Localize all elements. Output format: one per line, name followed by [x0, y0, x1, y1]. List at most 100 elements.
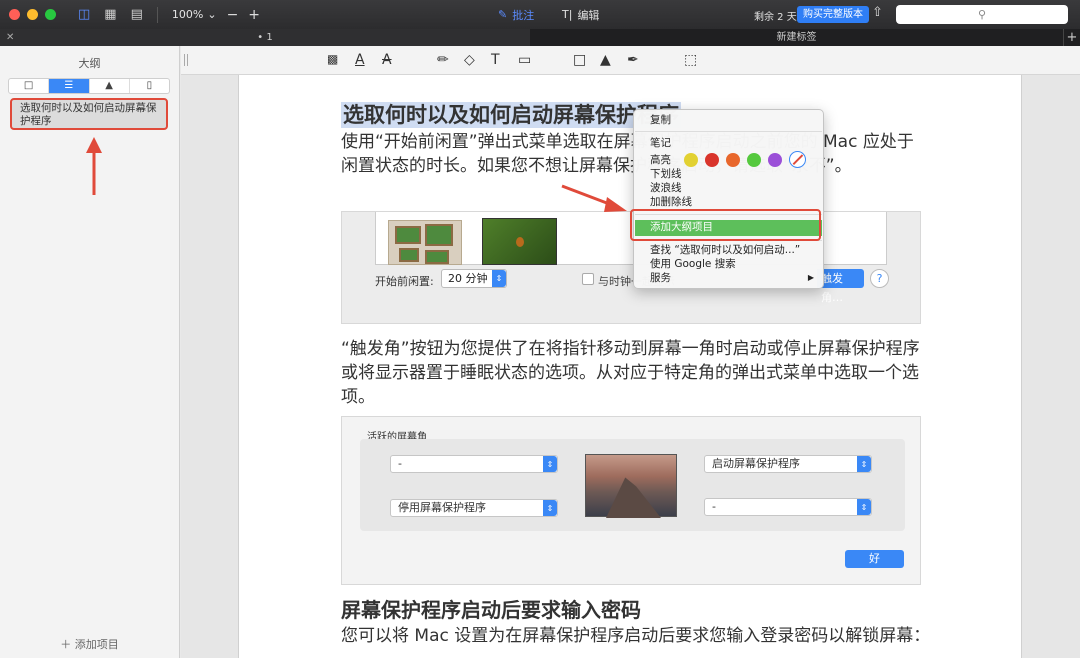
annotation-toolbar: ▩ A A ✏ ◇ T ▭ □ ▲ ✒ ⬚ [181, 46, 1080, 75]
menu-item-google-search[interactable]: 使用 Google 搜索 [650, 258, 736, 271]
tab-new[interactable]: 新建标签 [530, 29, 1063, 46]
pencil-icon[interactable]: ✏ [437, 52, 449, 68]
paragraph[interactable]: 您可以将 Mac 设置为在屏幕保护程序启动后要求您输入登录密码以解锁屏幕： [341, 624, 931, 648]
page-heading[interactable]: 选取何时以及如何启动屏幕保护程序 [341, 102, 681, 128]
zoom-window-button[interactable] [45, 9, 56, 20]
color-swatch-yellow[interactable] [684, 152, 698, 167]
buy-full-version-button[interactable]: 购买完整版本 [797, 6, 869, 23]
eraser-icon[interactable]: ◇ [464, 52, 475, 68]
screensaver-thumbnail [388, 220, 462, 265]
outline-item[interactable]: 选取何时以及如何启动屏幕保护程序 [10, 98, 168, 130]
edit-mode-label: 编辑 [577, 8, 600, 22]
top-left-corner-select: - ⇕ [390, 455, 558, 473]
toolbar-grip[interactable] [184, 54, 188, 66]
minimize-window-button[interactable] [27, 9, 38, 20]
photo-frame [395, 226, 421, 244]
hot-corners-button: 触发角… [817, 269, 864, 304]
stepper-arrows-icon: ⇕ [543, 500, 557, 516]
ladybug-image [516, 237, 524, 247]
menu-item-services[interactable]: 服务 [650, 272, 671, 285]
sidebar-view-tabs: □ ☰ ▲ ▯ [8, 78, 170, 94]
no-color-icon[interactable] [789, 151, 806, 168]
help-button: ? [870, 269, 889, 288]
select-area-icon[interactable]: ⬚ [684, 52, 697, 68]
annotation-highlight-box [630, 209, 821, 241]
chevron-down-icon: ⌄ [207, 8, 217, 21]
tab-document[interactable]: ✕ • 1 [0, 29, 530, 46]
edit-mode-button[interactable]: T| 编辑 [562, 0, 599, 29]
color-swatch-orange[interactable] [726, 152, 740, 167]
sidebar-title: 大纲 [78, 57, 101, 70]
color-swatch-purple[interactable] [768, 152, 782, 167]
close-window-button[interactable] [9, 9, 20, 20]
section-heading[interactable]: 屏幕保护程序启动后要求输入密码 [341, 597, 641, 623]
paragraph[interactable]: 使用“开始前闲置”弹出式菜单选取在屏幕保护程序启动之前您的 Mac 应处于闲置状… [341, 130, 921, 178]
highlight-color-picker [684, 151, 806, 168]
search-icon: ⚲ [977, 8, 987, 21]
grid-view-icon[interactable]: ▦ [104, 7, 116, 22]
toolbar-divider [156, 6, 158, 23]
annotation-list-icon[interactable]: ▲ [90, 79, 130, 93]
pen-icon: ✎ [498, 8, 508, 21]
color-swatch-green[interactable] [747, 152, 761, 167]
add-item-label: 添加项目 [74, 638, 119, 651]
select-value: - [712, 500, 716, 513]
signature-pen-icon[interactable]: ✒ [627, 52, 639, 68]
stepper-arrows-icon: ⇕ [857, 456, 871, 472]
menu-item-underline[interactable]: 下划线 [650, 168, 682, 181]
idle-time-select: 20 分钟 ⇕ [441, 269, 507, 288]
new-tab-button[interactable]: + [1063, 29, 1080, 46]
zoom-in-button[interactable]: + [248, 7, 260, 23]
strikethrough-icon[interactable]: A [382, 52, 392, 68]
menu-item-squiggly[interactable]: 波浪线 [650, 182, 682, 195]
photo-frame [425, 224, 453, 246]
stepper-arrows-icon: ⇕ [492, 270, 506, 287]
stepper-arrows-icon: ⇕ [857, 499, 871, 515]
annotate-mode-button[interactable]: ✎ 批注 [498, 0, 534, 29]
paragraph[interactable]: “触发角”按钮为您提供了在将指针移动到屏幕一角时启动或停止屏幕保护程序或将显示器… [341, 337, 921, 409]
bottom-right-corner-select: - ⇕ [704, 498, 872, 516]
menu-item-strikethrough[interactable]: 加删除线 [650, 196, 692, 209]
stepper-arrows-icon: ⇕ [543, 456, 557, 472]
menu-item-highlight[interactable]: 高亮 [650, 154, 671, 167]
note-icon[interactable]: □ [573, 52, 586, 68]
tab-title: 新建标签 [776, 32, 817, 43]
share-icon[interactable]: ⇧ [872, 5, 883, 20]
text-cursor-icon: T| [562, 8, 573, 21]
outline-sidebar: 大纲 □ ☰ ▲ ▯ 选取何时以及如何启动屏幕保护程序 ＋ 添加项目 [0, 46, 180, 658]
bottom-left-corner-select: 停用屏幕保护程序 ⇕ [390, 499, 558, 517]
photo-frame [425, 250, 449, 264]
page-view-icon[interactable]: ▤ [131, 7, 143, 22]
submenu-arrow-icon: ▶ [807, 273, 814, 282]
zoom-select[interactable]: 100% ⌄ [172, 8, 217, 21]
zoom-value: 100% [171, 8, 204, 21]
outline-list-icon[interactable]: ☰ [49, 79, 90, 93]
text-highlight-icon[interactable]: ▩ [327, 52, 338, 66]
shapes-icon[interactable]: ▭ [518, 52, 531, 68]
mountain-shape [606, 477, 661, 518]
zoom-out-button[interactable]: − [227, 7, 239, 23]
trial-remaining-text: 剩余 2 天 [754, 12, 797, 23]
desktop-preview-image [585, 454, 677, 518]
search-input[interactable]: ⚲ [896, 5, 1068, 24]
window-titlebar: ◫ ▦ ▤ 100% ⌄ − + ✎ 批注 T| 编辑 剩余 2 天 购买完整版本… [0, 0, 1080, 29]
thumbnail-icon[interactable]: ▯ [130, 79, 169, 93]
screensaver-preview [482, 218, 557, 265]
pdf-page[interactable]: 选取何时以及如何启动屏幕保护程序 使用“开始前闲置”弹出式菜单选取在屏幕保护程序… [238, 75, 1022, 658]
text-box-icon[interactable]: T [491, 52, 500, 68]
photo-frame [399, 248, 419, 262]
idle-label: 开始前闲置: [375, 275, 434, 288]
color-swatch-red[interactable] [705, 152, 719, 167]
add-outline-item-button[interactable]: ＋ 添加项目 [0, 636, 179, 652]
select-value: 启动屏幕保护程序 [712, 457, 800, 470]
underline-icon[interactable]: A [355, 52, 365, 68]
stamp-icon[interactable]: ▲ [600, 52, 611, 68]
select-value: - [398, 457, 402, 470]
menu-item-copy[interactable]: 复制 [650, 114, 671, 127]
show-clock-checkbox [582, 273, 594, 285]
sidebar-toggle-icon[interactable]: ◫ [78, 7, 90, 22]
idle-time-value: 20 分钟 [448, 272, 488, 285]
bookmark-icon[interactable]: □ [9, 79, 50, 93]
menu-item-find[interactable]: 查找 “选取何时以及如何启动...” [650, 244, 800, 257]
menu-item-note[interactable]: 笔记 [650, 137, 671, 150]
